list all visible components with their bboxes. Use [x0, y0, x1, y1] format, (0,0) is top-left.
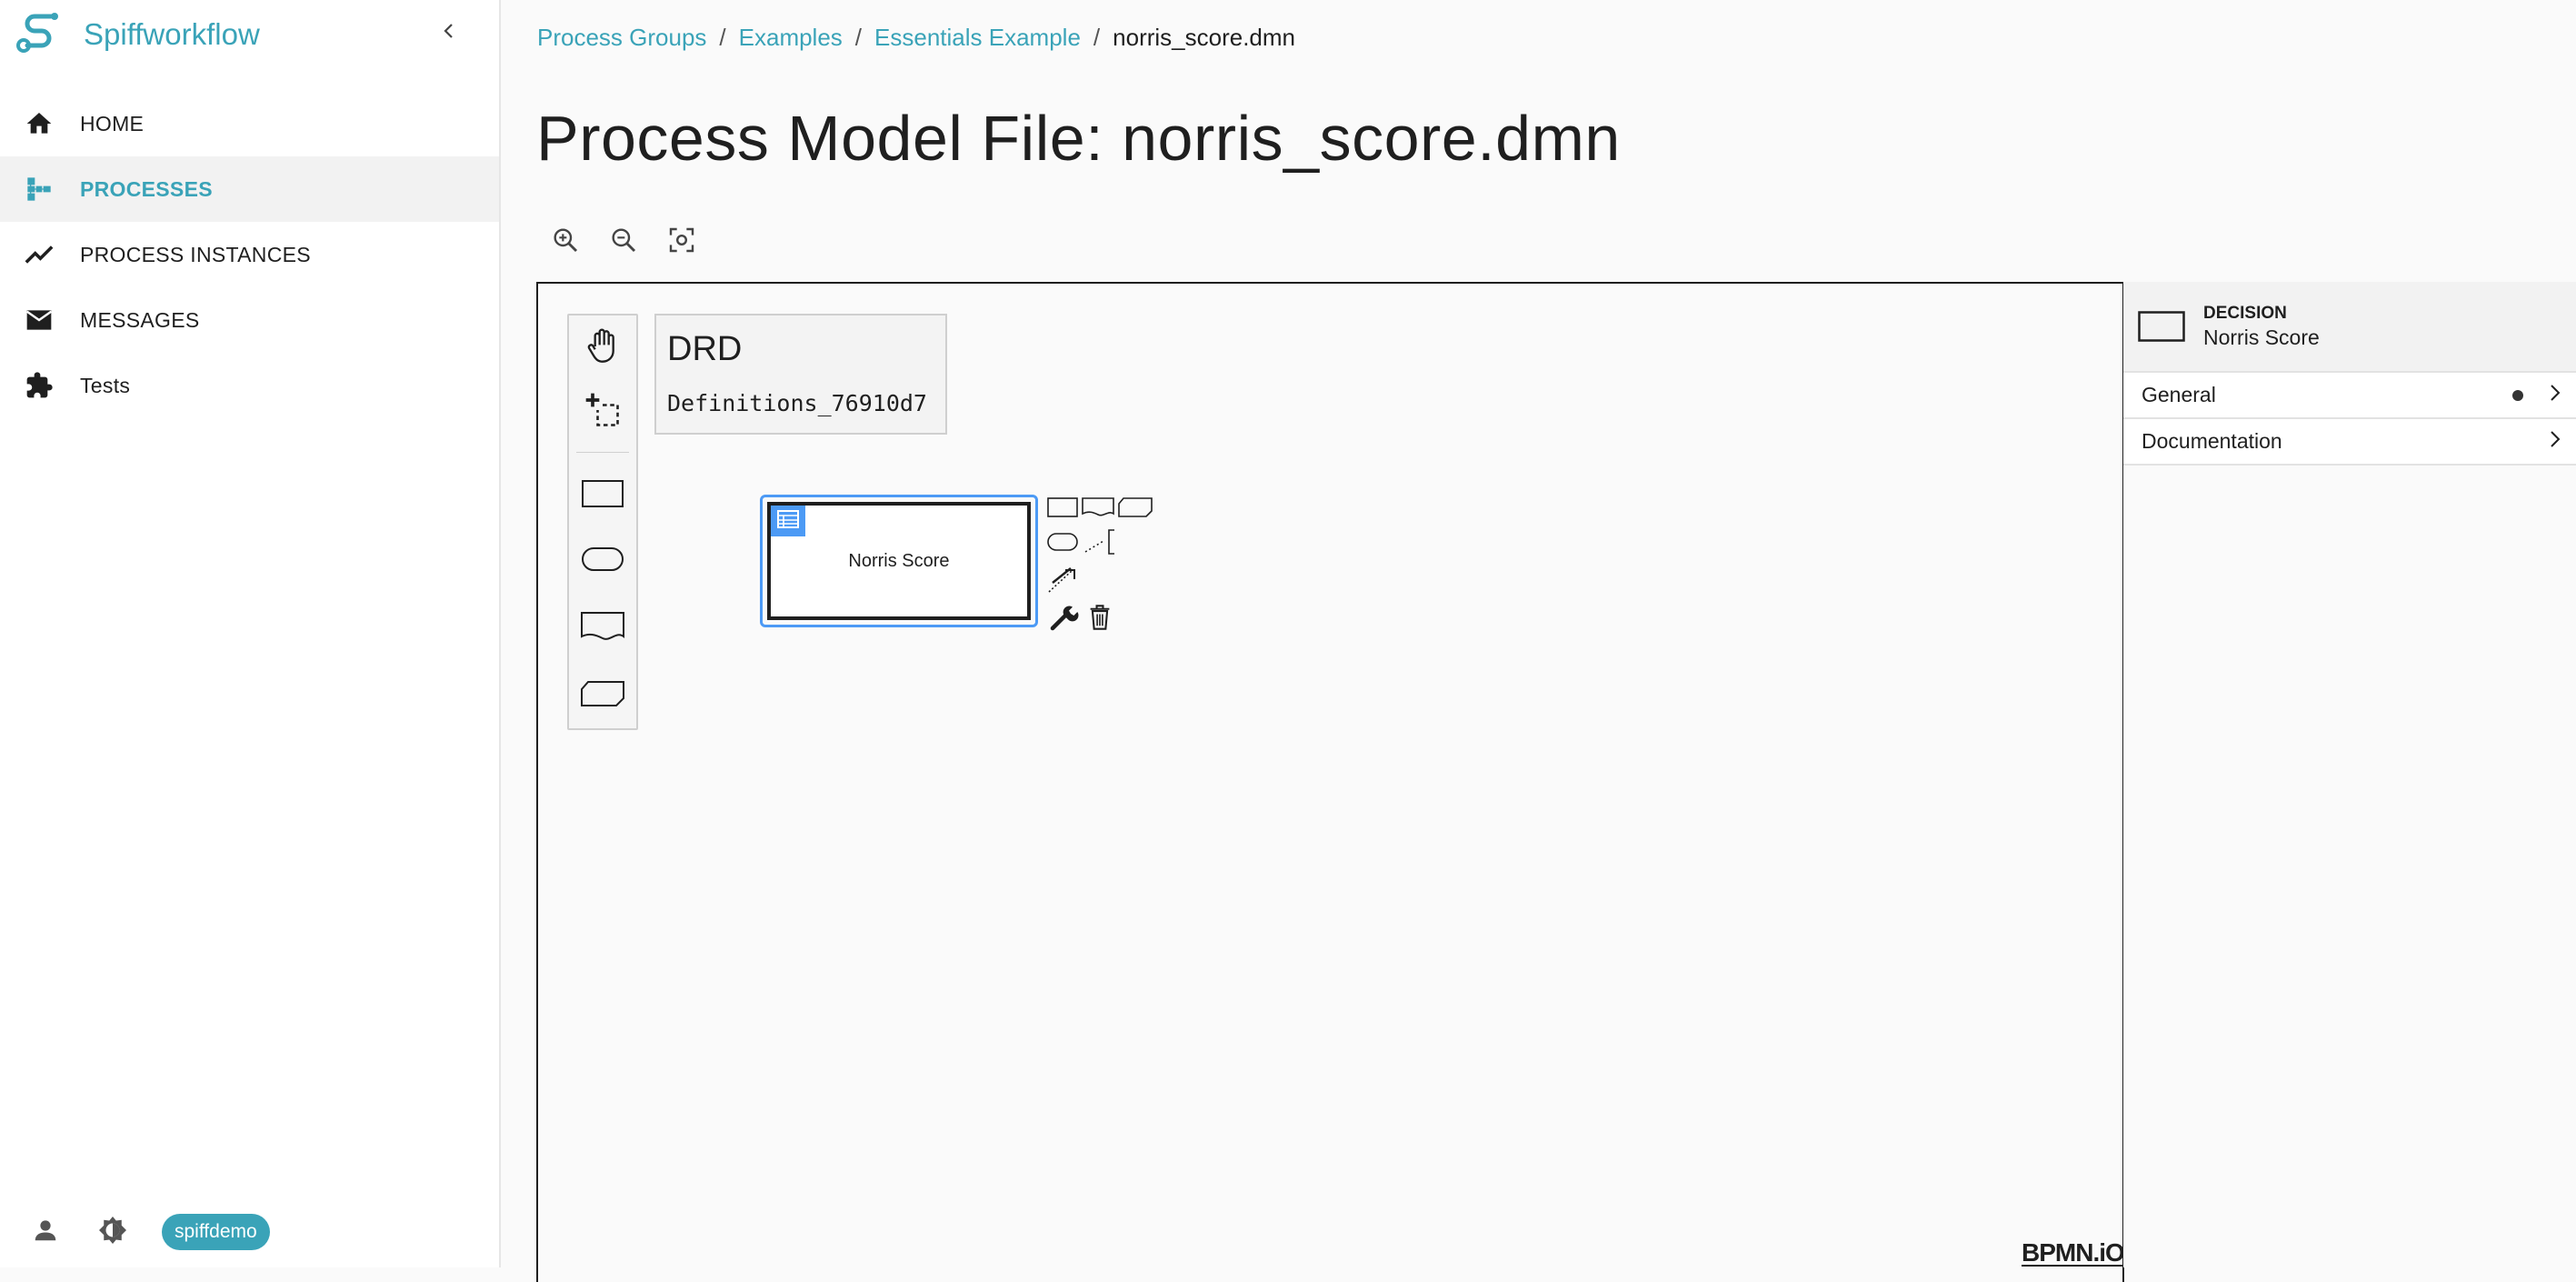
create-knowledge-source-button[interactable]	[569, 601, 636, 656]
collapse-sidebar-button[interactable]	[433, 16, 465, 49]
chevron-right-icon	[2547, 429, 2563, 454]
zoom-in-icon	[551, 225, 580, 259]
context-pad	[1046, 496, 1155, 635]
hand-icon	[584, 326, 621, 371]
delete-button[interactable]	[1084, 604, 1115, 635]
group-label: Documentation	[2142, 429, 2282, 453]
drd-title: DRD	[667, 330, 743, 368]
append-knowledge-source-button[interactable]	[1081, 496, 1115, 522]
process-tree-icon	[22, 172, 56, 206]
group-general-header[interactable]: General	[2123, 373, 2576, 419]
app-name: Spiffworkflow	[84, 17, 260, 51]
sidebar-item-process-instances[interactable]: PROCESS INSTANCES	[0, 222, 499, 287]
sidebar-footer: spiffdemo	[27, 1209, 270, 1255]
brightness-icon	[96, 1214, 129, 1251]
properties-header: DECISION Norris Score	[2123, 282, 2576, 373]
has-entries-indicator	[2512, 389, 2523, 401]
sidebar: Spiffworkflow HOME PROCESSES PROCESS INS…	[0, 0, 501, 1267]
input-data-shape-icon	[1047, 532, 1078, 556]
envelope-icon	[22, 303, 56, 337]
element-name: Norris Score	[2203, 325, 2320, 349]
user-profile-button[interactable]	[27, 1214, 64, 1250]
sidebar-item-label: PROCESSES	[80, 176, 213, 201]
sidebar-item-messages[interactable]: MESSAGES	[0, 287, 499, 353]
chevron-right-icon	[2547, 383, 2563, 407]
bpmn-io-watermark[interactable]: BPMN.iO	[2022, 1238, 2125, 1267]
change-type-button[interactable]	[1046, 604, 1081, 635]
business-knowledge-shape-icon	[1118, 496, 1153, 522]
chevron-left-icon	[440, 22, 458, 45]
zoom-in-button[interactable]	[545, 222, 585, 262]
breadcrumb-separator: /	[719, 24, 726, 51]
append-decision-button[interactable]	[1046, 496, 1079, 522]
center-focus-icon	[667, 225, 696, 259]
dmn-canvas[interactable]: DRD Definitions_76910d7 Norris Score BPM…	[536, 282, 2125, 1282]
lasso-tool-button[interactable]	[569, 385, 636, 439]
main-nav: HOME PROCESSES PROCESS INSTANCES MESSAGE…	[0, 91, 499, 418]
sidebar-item-label: HOME	[80, 111, 145, 135]
knowledge-source-shape-icon	[1082, 496, 1114, 522]
decision-shape-icon	[2138, 311, 2185, 342]
table-icon	[777, 509, 799, 533]
fit-view-button[interactable]	[662, 222, 702, 262]
connect-button[interactable]	[1046, 566, 1079, 596]
breadcrumb-link-process-groups[interactable]: Process Groups	[537, 24, 706, 52]
brand[interactable]: Spiffworkflow	[15, 7, 260, 62]
create-input-data-button[interactable]	[569, 534, 636, 588]
theme-toggle-button[interactable]	[95, 1214, 131, 1250]
group-label: General	[2142, 383, 2216, 406]
create-business-knowledge-button[interactable]	[569, 668, 636, 723]
append-input-data-button[interactable]	[1046, 532, 1079, 556]
person-icon	[32, 1217, 59, 1248]
trash-icon	[1088, 604, 1112, 636]
wrench-icon	[1048, 603, 1079, 636]
zoom-toolbar	[545, 222, 720, 262]
decision-element-selected[interactable]: Norris Score	[760, 495, 1038, 627]
decision-element[interactable]: Norris Score	[767, 502, 1031, 620]
sidebar-item-home[interactable]: HOME	[0, 91, 499, 156]
business-knowledge-shape-icon	[581, 680, 624, 711]
group-documentation-header[interactable]: Documentation	[2123, 419, 2576, 466]
append-business-knowledge-button[interactable]	[1117, 496, 1153, 522]
sidebar-item-label: MESSAGES	[80, 307, 200, 332]
zoom-out-button[interactable]	[604, 222, 644, 262]
sidebar-item-label: PROCESS INSTANCES	[80, 242, 311, 266]
breadcrumb-link-essentials-example[interactable]: Essentials Example	[874, 24, 1081, 52]
decision-shape-icon	[582, 479, 624, 512]
sidebar-item-tests[interactable]: Tests	[0, 353, 499, 418]
hand-tool-button[interactable]	[569, 321, 636, 376]
input-data-shape-icon	[582, 546, 624, 576]
element-type: DECISION	[2203, 303, 2287, 323]
username-badge[interactable]: spiffdemo	[162, 1214, 270, 1250]
puzzle-icon	[22, 368, 56, 403]
breadcrumb-current: norris_score.dmn	[1113, 24, 1296, 51]
breadcrumb-separator: /	[854, 24, 863, 51]
breadcrumb-link-examples[interactable]: Examples	[739, 24, 843, 52]
decision-shape-icon	[1047, 496, 1078, 522]
breadcrumb: Process Groups / Examples / Essentials E…	[537, 24, 1295, 52]
sidebar-item-label: Tests	[80, 373, 131, 397]
trending-line-icon	[22, 237, 56, 272]
definitions-id: Definitions_76910d7	[667, 390, 927, 416]
decision-label: Norris Score	[848, 550, 950, 571]
create-decision-button[interactable]	[569, 468, 636, 523]
palette-separator	[576, 452, 629, 453]
knowledge-source-shape-icon	[581, 611, 624, 646]
append-text-annotation-button[interactable]	[1083, 528, 1117, 560]
page-title: Process Model File: norris_score.dmn	[536, 103, 1621, 174]
open-decision-table-button[interactable]	[771, 506, 805, 536]
spiffworkflow-logo-icon	[15, 9, 62, 61]
text-annotation-icon	[1083, 528, 1116, 560]
properties-panel: DECISION Norris Score General Documentat…	[2123, 282, 2576, 1267]
connect-arrow-icon	[1047, 565, 1078, 598]
drd-info-box[interactable]: DRD Definitions_76910d7	[654, 314, 947, 435]
lasso-select-icon	[583, 390, 623, 435]
tool-palette	[567, 314, 638, 730]
zoom-out-icon	[609, 225, 638, 259]
sidebar-item-processes[interactable]: PROCESSES	[0, 156, 499, 222]
breadcrumb-separator: /	[1093, 24, 1101, 51]
home-icon	[22, 106, 56, 141]
